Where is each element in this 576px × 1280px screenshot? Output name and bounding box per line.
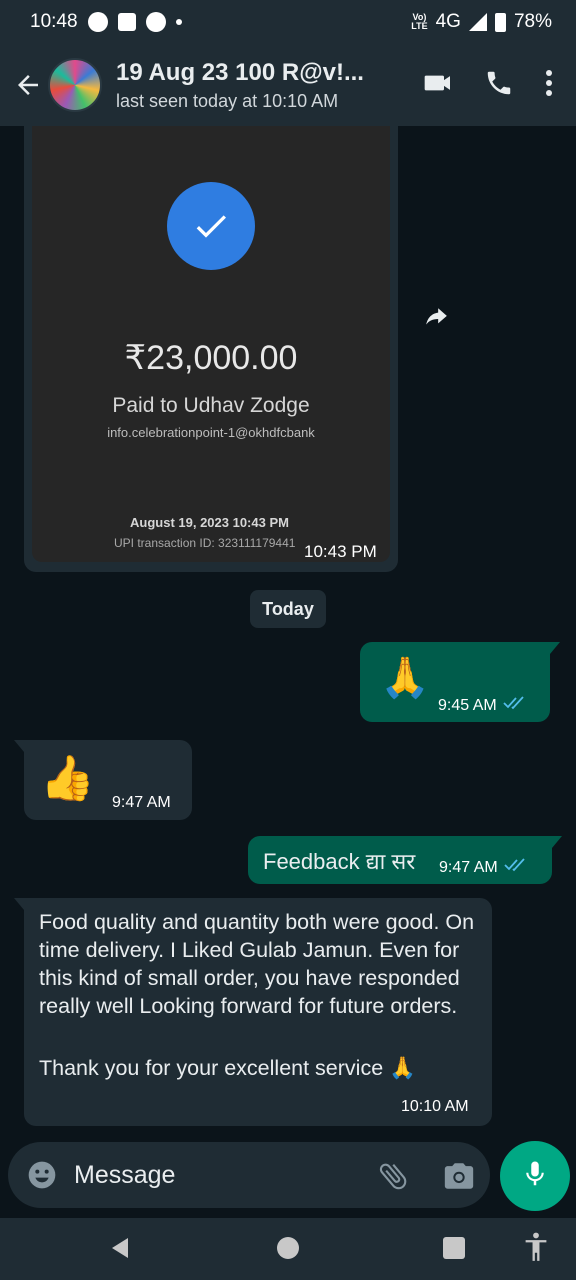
bubble-tail — [552, 836, 562, 848]
back-arrow-icon[interactable] — [4, 61, 52, 109]
bubble-tail — [550, 642, 560, 654]
chat-title: 19 Aug 23 100 R@v!... — [116, 58, 364, 86]
more-notifications-dot-icon — [175, 19, 182, 25]
payment-amount: ₹23,000.00 — [124, 339, 298, 377]
transaction-id: UPI transaction ID: 323111179441 — [114, 536, 296, 550]
message-bubble-outgoing[interactable]: 🙏 9:45 AM — [360, 642, 550, 722]
clock: 10:48 — [30, 11, 78, 32]
emoji-icon[interactable] — [26, 1159, 58, 1191]
attach-icon[interactable] — [376, 1159, 410, 1193]
forward-icon[interactable] — [416, 298, 456, 338]
bubble-tail — [14, 898, 24, 910]
contact-avatar[interactable] — [48, 58, 102, 112]
battery-percent: 78% — [513, 11, 552, 32]
video-call-icon[interactable] — [422, 67, 454, 104]
payee-name: Paid to Udhav Zodge — [112, 394, 310, 417]
nav-back-icon[interactable] — [108, 1236, 132, 1265]
system-navigation-bar — [0, 1218, 576, 1280]
read-ticks-icon — [504, 858, 528, 877]
signal-strength-icon — [468, 13, 487, 31]
messenger-icon — [87, 12, 108, 32]
read-ticks-icon — [503, 696, 527, 715]
network-type: 4G — [435, 11, 461, 32]
status-bar: 10:48 Vo) LTE 4G 78% — [0, 0, 576, 44]
payment-success-icon — [167, 182, 255, 270]
transaction-date: August 19, 2023 10:43 PM — [130, 515, 289, 530]
message-time: 10:10 AM — [401, 1098, 469, 1115]
chat-area[interactable]: ₹23,000.00 Paid to Udhav Zodge info.cele… — [0, 126, 576, 1140]
last-seen-status: last seen today at 10:10 AM — [116, 90, 339, 111]
accessibility-icon[interactable] — [522, 1232, 550, 1267]
battery-icon — [494, 12, 506, 32]
message-time: 9:45 AM — [438, 696, 497, 714]
message-text: Food quality and quantity both were good… — [39, 910, 475, 1018]
chat-header: 19 Aug 23 100 R@v!... last seen today at… — [0, 44, 576, 126]
message-time: 9:47 AM — [439, 858, 498, 876]
message-text: Feedback द्या सर — [263, 849, 416, 874]
message-text-line2: Thank you for your excellent service 🙏 — [39, 1056, 416, 1080]
email-notification-icon — [117, 13, 136, 31]
message-bubble-outgoing[interactable]: Feedback द्या सर 9:47 AM — [248, 836, 552, 884]
message-bubble-incoming[interactable]: Food quality and quantity both were good… — [24, 898, 492, 1126]
voice-call-icon[interactable] — [484, 68, 514, 103]
mic-icon — [520, 1159, 550, 1194]
speed-notification-icon — [145, 12, 166, 32]
message-time: 9:47 AM — [112, 794, 171, 811]
volte-icon: Vo) LTE — [411, 12, 428, 31]
more-vert-icon[interactable] — [544, 68, 554, 103]
voice-message-button[interactable] — [500, 1141, 570, 1211]
message-time: 10:43 PM — [304, 542, 377, 561]
nav-home-icon[interactable] — [277, 1237, 299, 1259]
camera-icon[interactable] — [442, 1159, 476, 1193]
contact-info[interactable]: 19 Aug 23 100 R@v!... last seen today at… — [116, 59, 386, 112]
payee-upi-id: info.celebrationpoint-1@okhdfcbank — [107, 425, 315, 440]
message-bubble-incoming[interactable]: 👍 9:47 AM — [24, 740, 192, 820]
message-text: 👍 — [40, 754, 95, 803]
nav-recents-icon[interactable] — [443, 1237, 465, 1259]
date-divider: Today — [250, 590, 326, 628]
message-input[interactable] — [74, 1154, 354, 1196]
image-message[interactable]: ₹23,000.00 Paid to Udhav Zodge info.cele… — [24, 126, 398, 572]
message-text: 🙏 — [380, 656, 430, 700]
message-composer — [8, 1142, 490, 1208]
bubble-tail — [14, 740, 24, 752]
